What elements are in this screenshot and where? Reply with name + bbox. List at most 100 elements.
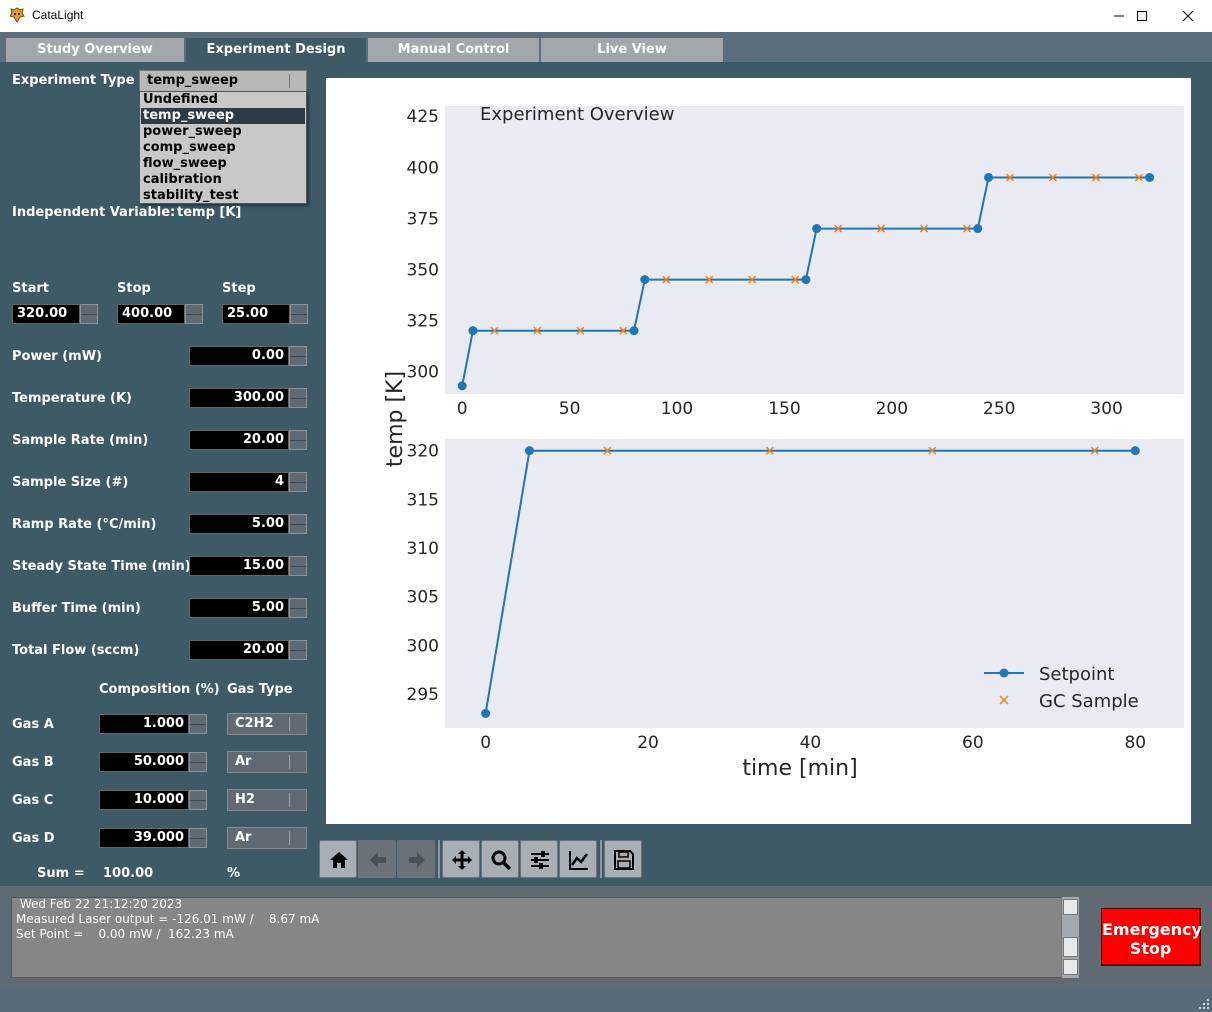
gas-a-composition-spinner[interactable] — [189, 714, 207, 734]
experiment-type-dropdown: Undefined temp_sweep power_sweep comp_sw… — [139, 91, 307, 204]
configure-subplots-button[interactable] — [520, 840, 558, 878]
scroll-up-arrow[interactable] — [1063, 899, 1078, 915]
back-button[interactable] — [358, 840, 396, 878]
y-tick-label: 310 — [407, 539, 439, 559]
dropdown-option-flow-sweep[interactable]: flow_sweep — [141, 156, 305, 172]
window-title: CataLight — [32, 8, 84, 22]
log-line-measured: Measured Laser output = -126.01 mW / 8.6… — [16, 912, 320, 926]
gas-c-composition-spinner[interactable] — [189, 790, 207, 810]
scroll-thumb[interactable] — [1063, 937, 1078, 957]
dropdown-option-temp-sweep[interactable]: temp_sweep — [141, 108, 305, 124]
gas-b-type-select[interactable]: Ar — [227, 751, 307, 773]
gas-b-composition-spinner[interactable] — [189, 752, 207, 772]
sum-label: Sum = — [37, 866, 85, 881]
plot-canvas[interactable]: Experiment Overview temp [K] time [min] … — [326, 78, 1191, 824]
sample-size-label: Sample Size (#) — [12, 475, 129, 490]
sample-size-spinner[interactable] — [289, 472, 307, 492]
gas-d-composition-input[interactable]: 39.000 — [99, 828, 189, 848]
stop-spinner[interactable] — [185, 304, 203, 324]
independent-variable-label: Independent Variable: — [12, 205, 176, 220]
ramp-rate-spinner[interactable] — [289, 514, 307, 534]
combo-separator — [289, 755, 290, 769]
dropdown-option-calibration[interactable]: calibration — [141, 172, 305, 188]
maximize-button[interactable] — [1119, 0, 1165, 31]
setpoint-marker — [481, 708, 491, 718]
steady-state-time-input[interactable]: 15.00 — [189, 556, 289, 576]
dropdown-option-undefined[interactable]: Undefined — [141, 92, 305, 108]
temperature-input[interactable]: 300.00 — [189, 388, 289, 408]
total-flow-input[interactable]: 20.00 — [189, 640, 289, 660]
gas-b-type-value: Ar — [235, 754, 252, 769]
step-input[interactable]: 25.00 — [222, 304, 290, 324]
tab-bar: Study Overview Experiment Design Manual … — [0, 32, 1212, 62]
start-input[interactable]: 320.00 — [12, 304, 80, 324]
power-spinner[interactable] — [289, 346, 307, 366]
gas-b-composition-input[interactable]: 50.000 — [99, 752, 189, 772]
tab-study-overview[interactable]: Study Overview — [6, 38, 184, 62]
pan-button[interactable] — [442, 840, 480, 878]
steady-state-time-value: 15.00 — [242, 558, 284, 573]
gas-c-composition-value: 10.000 — [133, 792, 184, 807]
independent-variable-value: temp [K] — [177, 205, 242, 220]
home-button[interactable] — [319, 840, 357, 878]
edit-axis-icon — [569, 851, 588, 870]
tab-manual-control[interactable]: Manual Control — [368, 38, 539, 62]
gas-a-composition-input[interactable]: 1.000 — [99, 714, 189, 734]
gas-b-composition-value: 50.000 — [133, 754, 184, 769]
sum-unit: % — [227, 866, 241, 881]
experiment-type-value: temp_sweep — [147, 73, 239, 88]
step-spinner[interactable] — [290, 304, 308, 324]
close-button[interactable] — [1165, 0, 1211, 31]
gas-a-type-select[interactable]: C2H2 — [227, 713, 307, 735]
gas-d-composition-spinner[interactable] — [189, 828, 207, 848]
log-output[interactable]: Wed Feb 22 21:12:20 2023 Measured Laser … — [11, 897, 1079, 978]
temperature-label: Temperature (K) — [12, 391, 132, 406]
log-scrollbar[interactable] — [1061, 897, 1079, 978]
scroll-down-arrow[interactable] — [1063, 959, 1078, 975]
temperature-value: 300.00 — [233, 390, 284, 405]
dropdown-option-power-sweep[interactable]: power_sweep — [141, 124, 305, 140]
sample-rate-input[interactable]: 20.00 — [189, 430, 289, 450]
power-input[interactable]: 0.00 — [189, 346, 289, 366]
start-spinner[interactable] — [80, 304, 98, 324]
home-icon — [330, 852, 348, 868]
sample-size-input[interactable]: 4 — [189, 472, 289, 492]
pan-icon — [452, 850, 472, 870]
gas-d-type-select[interactable]: Ar — [227, 827, 307, 849]
temperature-spinner[interactable] — [289, 388, 307, 408]
toolbar-separator — [438, 840, 440, 878]
start-value: 320.00 — [17, 306, 68, 321]
x-tick-label: 0 — [480, 733, 491, 753]
buffer-time-value: 5.00 — [251, 600, 284, 615]
x-tick-label: 80 — [1124, 733, 1146, 753]
forward-button[interactable] — [397, 840, 435, 878]
zoom-button[interactable] — [481, 840, 519, 878]
x-tick-label: 200 — [876, 399, 908, 419]
start-label: Start — [12, 281, 49, 296]
gas-c-type-select[interactable]: H2 — [227, 789, 307, 811]
setpoint-marker — [629, 326, 639, 336]
stop-input[interactable]: 400.00 — [117, 304, 185, 324]
gas-d-composition-value: 39.000 — [133, 830, 184, 845]
tab-experiment-design[interactable]: Experiment Design — [186, 38, 366, 62]
save-figure-button[interactable] — [604, 840, 642, 878]
steady-state-time-spinner[interactable] — [289, 556, 307, 576]
gas-c-composition-input[interactable]: 10.000 — [99, 790, 189, 810]
buffer-time-spinner[interactable] — [289, 598, 307, 618]
emergency-stop-label-1: Emergency — [1102, 920, 1202, 939]
experiment-type-select[interactable]: temp_sweep — [139, 70, 307, 92]
x-tick-label: 250 — [983, 399, 1015, 419]
sample-rate-spinner[interactable] — [289, 430, 307, 450]
ramp-rate-input[interactable]: 5.00 — [189, 514, 289, 534]
resize-grip-icon[interactable] — [1199, 999, 1209, 1009]
gas-c-type-value: H2 — [235, 792, 255, 807]
buffer-time-input[interactable]: 5.00 — [189, 598, 289, 618]
x-tick-label: 40 — [800, 733, 822, 753]
dropdown-option-comp-sweep[interactable]: comp_sweep — [141, 140, 305, 156]
total-flow-spinner[interactable] — [289, 640, 307, 660]
emergency-stop-button[interactable]: Emergency Stop — [1101, 908, 1202, 966]
dropdown-option-stability-test[interactable]: stability_test — [141, 188, 305, 204]
legend-gc-sample-label: GC Sample — [1039, 691, 1139, 712]
edit-axis-button[interactable] — [559, 840, 597, 878]
tab-live-view[interactable]: Live View — [541, 38, 723, 62]
